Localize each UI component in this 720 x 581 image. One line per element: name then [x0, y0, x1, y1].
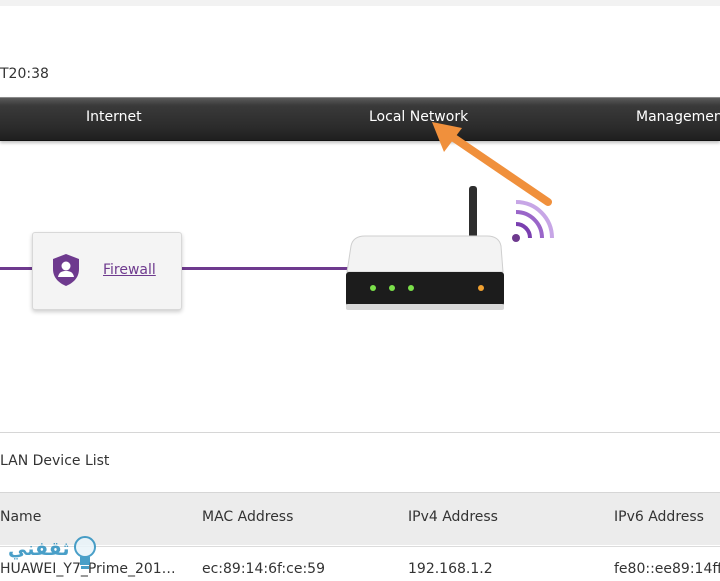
nav-internet[interactable]: Internet	[86, 109, 142, 125]
router-led-4	[478, 285, 484, 291]
router-led-2	[389, 285, 395, 291]
cell-mac-address: ec:89:14:6f:ce:59	[202, 561, 325, 577]
lan-device-list-title: LAN Device List	[0, 453, 110, 469]
column-header-ipv4[interactable]: IPv4 Address	[408, 509, 498, 525]
router-led-3	[408, 285, 414, 291]
shield-user-icon	[53, 254, 79, 286]
lightbulb-icon	[74, 536, 96, 569]
watermark-text: ثقفني	[8, 538, 70, 560]
column-header-name[interactable]: Name	[0, 509, 41, 525]
network-diagram: Firewall	[0, 122, 720, 430]
cell-ipv6-address: fe80::ee89:14ff	[614, 561, 720, 577]
router-led-1	[370, 285, 376, 291]
firewall-card[interactable]: Firewall	[32, 232, 182, 310]
table-row[interactable]: HUAWEI_Y7_Prime_201… ec:89:14:6f:ce:59 1…	[0, 546, 720, 581]
model-label: T20:38	[0, 66, 49, 82]
table-header: Name MAC Address IPv4 Address IPv6 Addre…	[0, 493, 720, 545]
top-strip	[0, 0, 720, 6]
main-nav-bar: Internet Local Network Managemen	[0, 97, 720, 141]
cell-ipv4-address: 192.168.1.2	[408, 561, 493, 577]
column-header-mac[interactable]: MAC Address	[202, 509, 293, 525]
watermark-logo: ثقفني	[2, 532, 102, 576]
annotation-arrow	[432, 122, 552, 206]
firewall-link[interactable]: Firewall	[103, 262, 156, 278]
nav-management[interactable]: Managemen	[636, 109, 720, 125]
column-header-ipv6[interactable]: IPv6 Address	[614, 509, 704, 525]
section-divider	[0, 432, 720, 433]
